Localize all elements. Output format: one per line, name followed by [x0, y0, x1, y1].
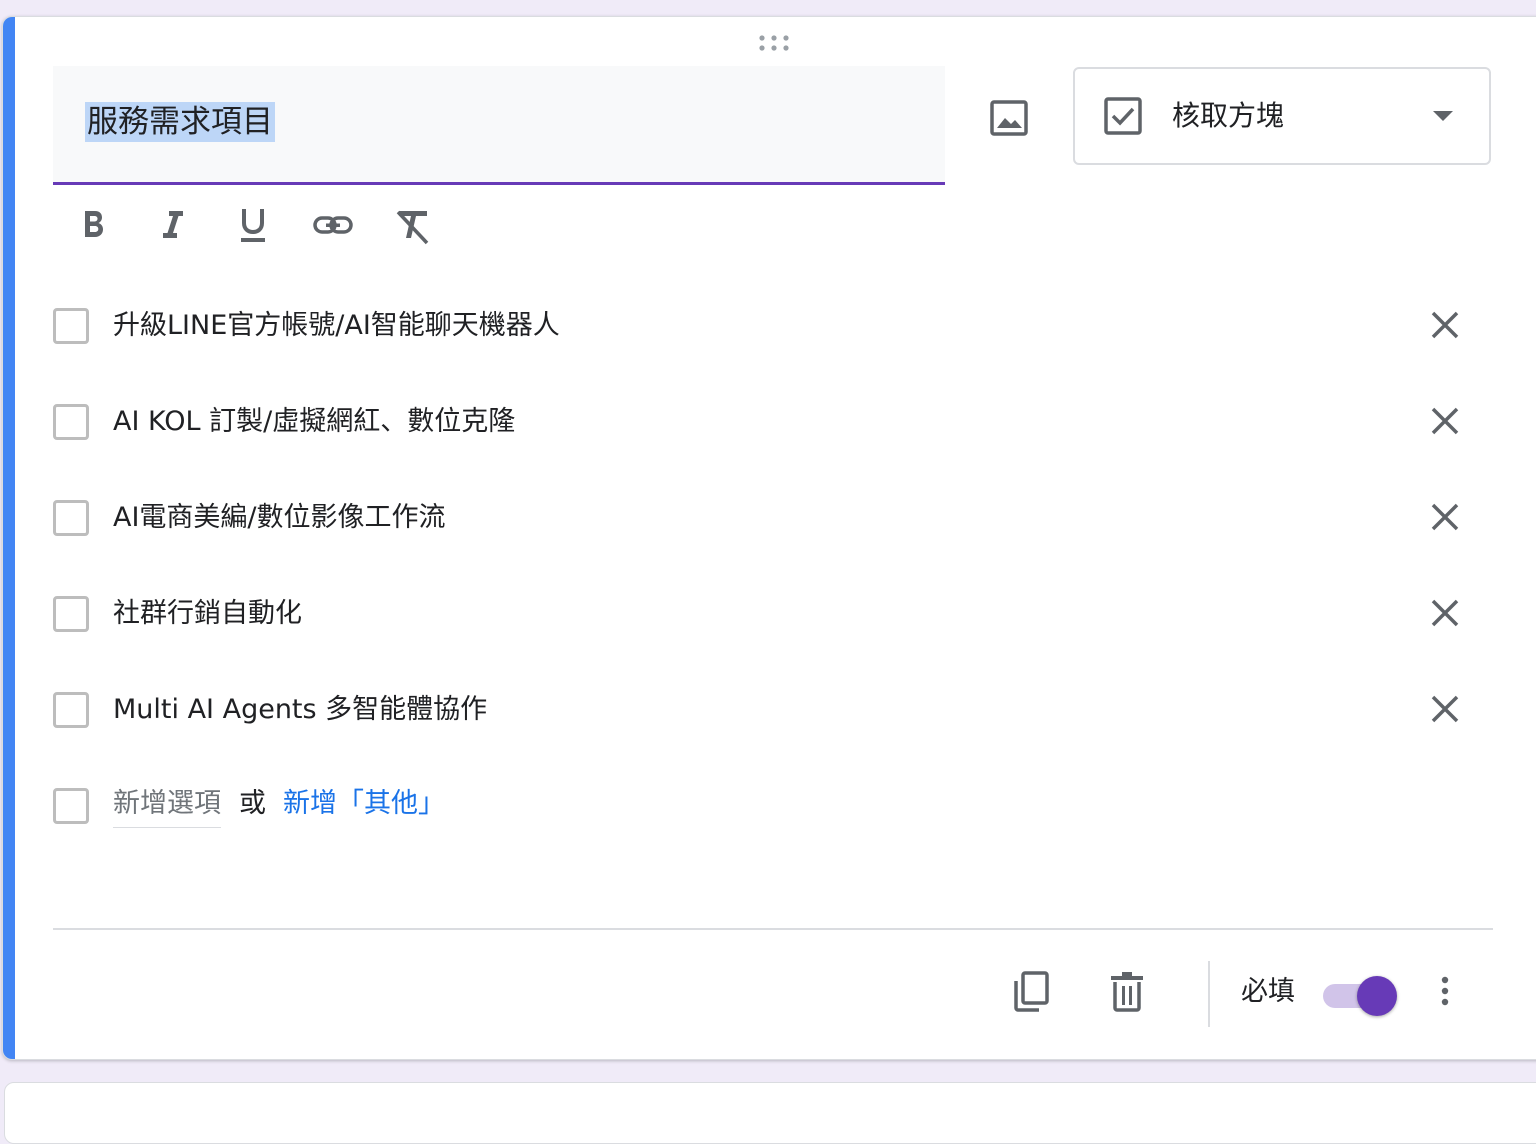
- more-vert-icon: [1441, 976, 1449, 1006]
- or-text: 或: [239, 788, 266, 819]
- duplicate-button[interactable]: [1007, 967, 1055, 1015]
- clear-formatting-button[interactable]: [389, 201, 437, 249]
- option-row: 升級LINE官方帳號/AI智能聊天機器人: [53, 301, 1493, 357]
- option-checkbox: [53, 596, 89, 632]
- option-label[interactable]: Multi AI Agents 多智能體協作: [113, 692, 487, 728]
- remove-option-button[interactable]: [1421, 685, 1469, 733]
- next-question-card: [4, 1082, 1536, 1144]
- underline-icon: [241, 209, 265, 242]
- link-icon: [313, 216, 353, 234]
- option-checkbox: [53, 404, 89, 440]
- option-label[interactable]: AI KOL 訂製/虛擬網紅、數位克隆: [113, 404, 515, 440]
- remove-option-button[interactable]: [1421, 493, 1469, 541]
- checkbox-type-icon: [1103, 96, 1143, 136]
- more-options-button[interactable]: [1421, 967, 1469, 1015]
- option-checkbox: [53, 308, 89, 344]
- footer-separator: [1208, 961, 1210, 1027]
- required-toggle[interactable]: [1321, 974, 1399, 1016]
- option-label[interactable]: 升級LINE官方帳號/AI智能聊天機器人: [113, 308, 560, 344]
- close-icon: [1431, 407, 1459, 435]
- toggle-thumb: [1357, 976, 1397, 1016]
- italic-button[interactable]: [149, 201, 197, 249]
- question-title-field[interactable]: 服務需求項目: [53, 66, 945, 185]
- italic-icon: [163, 211, 183, 238]
- question-title-text[interactable]: 服務需求項目: [85, 102, 275, 142]
- close-icon: [1431, 695, 1459, 723]
- bold-button[interactable]: [69, 201, 117, 249]
- option-row: AI KOL 訂製/虛擬網紅、數位克隆: [53, 397, 1493, 453]
- question-type-dropdown[interactable]: 核取方塊: [1073, 67, 1491, 165]
- add-option-row: 新增選項 或 新增「其他」: [53, 781, 1493, 837]
- bold-icon: [85, 211, 103, 237]
- delete-button[interactable]: [1103, 967, 1151, 1015]
- card-accent-bar: [3, 17, 15, 1059]
- remove-option-button[interactable]: [1421, 589, 1469, 637]
- question-type-label: 核取方塊: [1172, 99, 1285, 132]
- add-other-link[interactable]: 新增「其他」: [283, 786, 445, 822]
- image-icon: [990, 100, 1028, 136]
- option-checkbox: [53, 692, 89, 728]
- required-label: 必填: [1241, 976, 1295, 1007]
- footer-divider: [53, 928, 1493, 930]
- remove-option-button[interactable]: [1421, 397, 1469, 445]
- close-icon: [1431, 503, 1459, 531]
- option-row: Multi AI Agents 多智能體協作: [53, 685, 1493, 741]
- drag-handle-icon[interactable]: [756, 33, 792, 53]
- question-card: 服務需求項目 核取方塊 升級LINE官方帳號/AI智能聊天機器人 AI KOL …: [2, 16, 1536, 1060]
- trash-icon: [1111, 972, 1143, 1012]
- close-icon: [1431, 311, 1459, 339]
- chevron-down-icon: [1433, 111, 1453, 121]
- option-checkbox: [53, 788, 89, 824]
- option-label[interactable]: AI電商美編/數位影像工作流: [113, 500, 446, 536]
- copy-icon: [1014, 971, 1049, 1012]
- clear-formatting-icon: [396, 210, 429, 245]
- option-label[interactable]: 社群行銷自動化: [113, 596, 302, 632]
- close-icon: [1431, 599, 1459, 627]
- add-option-input[interactable]: 新增選項: [113, 786, 221, 828]
- option-row: AI電商美編/數位影像工作流: [53, 493, 1493, 549]
- link-button[interactable]: [309, 201, 357, 249]
- option-checkbox: [53, 500, 89, 536]
- add-image-button[interactable]: [985, 93, 1033, 141]
- underline-button[interactable]: [229, 201, 277, 249]
- option-row: 社群行銷自動化: [53, 589, 1493, 645]
- remove-option-button[interactable]: [1421, 301, 1469, 349]
